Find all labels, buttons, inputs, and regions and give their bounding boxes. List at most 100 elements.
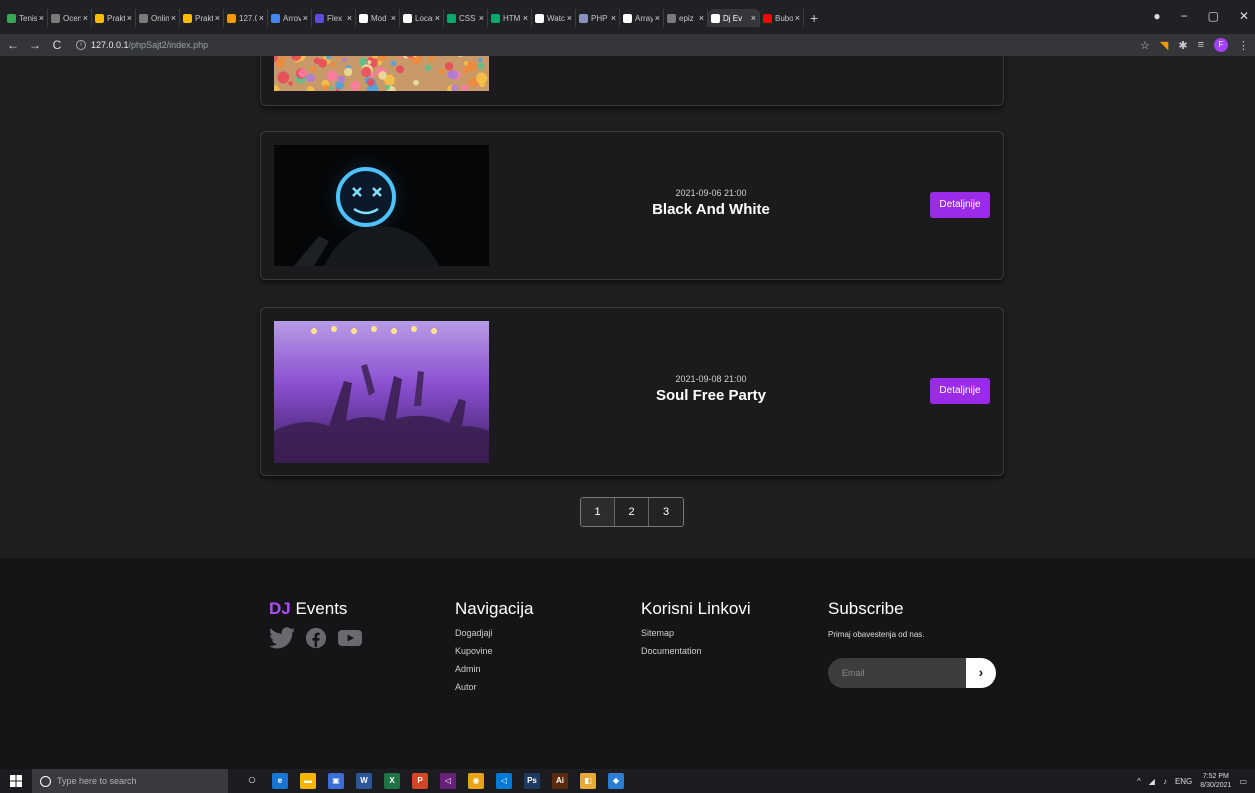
taskbar-app-icon[interactable]: Ps [524,773,540,789]
tab-close-icon[interactable]: × [259,13,264,23]
tab-title: Local [415,13,433,23]
url-field[interactable]: i 127.0.0.1 /phpSajt2/index.php [76,40,208,50]
browser-tab[interactable]: Prakt × [92,9,136,27]
footer-link-autor[interactable]: Autor [455,682,533,700]
browser-tab[interactable]: Watc × [532,9,576,27]
bookmark-star-icon[interactable]: ☆ [1140,39,1150,52]
tab-close-icon[interactable]: × [795,13,800,23]
taskbar-app-icon[interactable]: X [384,773,400,789]
footer-link-admin[interactable]: Admin [455,664,533,682]
email-field[interactable] [828,658,968,688]
profile-avatar[interactable]: F [1214,38,1228,52]
browser-tab[interactable]: Local × [400,9,444,27]
rss-extension-icon[interactable]: ◥ [1160,39,1168,52]
close-window-button[interactable]: ✕ [1239,9,1249,23]
clock[interactable]: 7:52 PM 8/30/2021 [1200,772,1231,790]
browser-tab[interactable]: Prakt × [180,9,224,27]
profile-icon[interactable]: ● [1153,9,1160,23]
browser-tab[interactable]: PHP × [576,9,620,27]
network-icon[interactable]: ◢ [1149,777,1155,786]
browser-tab[interactable]: epiz × [664,9,708,27]
extensions-puzzle-icon[interactable]: ✱ [1178,39,1187,52]
tab-close-icon[interactable]: × [83,13,88,23]
tab-close-icon[interactable]: × [303,13,308,23]
footer-link-dogadjaji[interactable]: Dogadjaji [455,628,533,646]
taskbar-app-icon[interactable]: P [412,773,428,789]
new-tab-button[interactable]: + [810,9,818,27]
page-3-button[interactable]: 3 [649,498,683,526]
menu-dots-icon[interactable]: ⋮ [1238,39,1249,52]
tab-close-icon[interactable]: × [347,13,352,23]
event-date: 2021-09-06 21:00 [675,188,747,198]
volume-icon[interactable]: ♪ [1163,777,1167,786]
tab-favicon-icon [535,13,544,23]
restore-button[interactable]: ▢ [1208,9,1219,23]
details-button[interactable]: Detaljnije [930,378,990,404]
subscribe-submit-button[interactable]: › [966,658,996,688]
browser-tab[interactable]: Tenis × [4,9,48,27]
facebook-icon[interactable] [303,627,329,649]
start-button[interactable] [0,769,32,793]
taskbar-app-icon[interactable]: ▬ [300,773,316,789]
browser-tab[interactable]: Mod × [356,9,400,27]
tab-close-icon[interactable]: × [611,13,616,23]
tray-expand-icon[interactable]: ^ [1137,777,1141,786]
tab-close-icon[interactable]: × [751,13,756,23]
tab-close-icon[interactable]: × [699,13,704,23]
tab-favicon-icon [271,13,280,23]
browser-tab[interactable]: HTM × [488,9,532,27]
reading-list-icon[interactable]: ≡ [1198,39,1204,51]
back-button[interactable]: ← [4,38,22,52]
page-1-button[interactable]: 1 [581,498,615,526]
tab-close-icon[interactable]: × [479,13,484,23]
forward-button[interactable]: → [26,38,44,52]
tab-close-icon[interactable]: × [39,13,44,23]
taskbar-search[interactable]: Type here to search [32,769,228,793]
tab-close-icon[interactable]: × [127,13,132,23]
tab-favicon-icon [227,13,236,23]
language-indicator[interactable]: ENG [1175,777,1192,786]
tab-close-icon[interactable]: × [435,13,440,23]
taskbar-app-icon[interactable]: ◉ [468,773,484,789]
footer-link-documentation[interactable]: Documentation [641,646,751,664]
tab-favicon-icon [51,13,60,23]
footer-link-kupovine[interactable]: Kupovine [455,646,533,664]
site-info-icon[interactable]: i [76,40,86,50]
browser-tab[interactable]: Onlin × [136,9,180,27]
notifications-icon[interactable]: ▭ [1239,777,1247,786]
taskbar-app-icon[interactable]: Ai [552,773,568,789]
youtube-icon[interactable] [337,627,363,649]
taskbar-app-icon[interactable]: e [272,773,288,789]
footer-link-sitemap[interactable]: Sitemap [641,628,751,646]
browser-tab[interactable]: Dj Ev × [708,9,760,27]
tab-close-icon[interactable]: × [391,13,396,23]
taskbar-app-icon[interactable]: ◆ [608,773,624,789]
browser-tab[interactable]: Arrov × [268,9,312,27]
browser-tab[interactable]: CSS × [444,9,488,27]
taskbar-app-icon[interactable]: ⎔ [244,773,260,789]
tab-favicon-icon [667,13,676,23]
taskbar-app-icon[interactable]: ◁ [440,773,456,789]
browser-tab[interactable]: Ocen × [48,9,92,27]
browser-tab[interactable]: 127.0× [224,9,268,27]
taskbar-app-icon[interactable]: ▣ [328,773,344,789]
twitter-icon[interactable] [269,627,295,649]
minimize-button[interactable]: − [1181,9,1188,23]
tab-close-icon[interactable]: × [171,13,176,23]
reload-button[interactable]: C [48,38,66,52]
browser-tab[interactable]: Bubo × [760,9,804,27]
social-links [269,627,363,649]
tab-close-icon[interactable]: × [523,13,528,23]
taskbar-app-icon[interactable]: ◁ [496,773,512,789]
taskbar-apps: ⎔ e ▬ ▣ W X P ◁ ◉ ◁ Ps Ai ◧ ◆ [244,773,624,789]
tab-close-icon[interactable]: × [567,13,572,23]
event-card: 2021-09-08 21:00 Soul Free Party Detaljn… [260,307,1004,476]
tab-close-icon[interactable]: × [655,13,660,23]
browser-tab[interactable]: Array × [620,9,664,27]
taskbar-app-icon[interactable]: W [356,773,372,789]
taskbar-app-icon[interactable]: ◧ [580,773,596,789]
browser-tab[interactable]: Flex × [312,9,356,27]
details-button[interactable]: Detaljnije [930,192,990,218]
tab-close-icon[interactable]: × [215,13,220,23]
page-2-button[interactable]: 2 [615,498,649,526]
